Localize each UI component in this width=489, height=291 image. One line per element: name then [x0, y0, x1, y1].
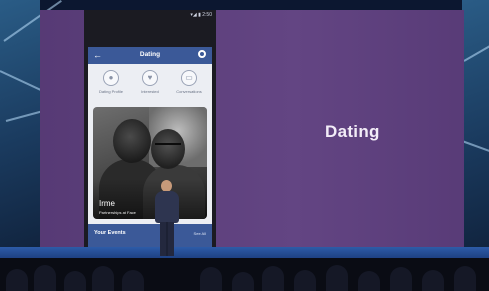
- gear-icon[interactable]: [198, 50, 206, 58]
- tab-dating-profile[interactable]: ● Dating Profile: [91, 70, 131, 102]
- slide-title: Dating: [325, 122, 380, 141]
- left-led-panel: [0, 0, 74, 258]
- see-all-link[interactable]: See All: [194, 231, 206, 236]
- profile-name: Irme: [99, 199, 115, 208]
- keynote-stage: Dating ▾◢ ▮ 2:50 ← Dating ● Dating Profi…: [0, 0, 489, 291]
- app-title: Dating: [139, 51, 161, 58]
- audience: [0, 258, 489, 291]
- right-led-panel: [461, 0, 489, 258]
- events-bar[interactable]: Your Events See All: [88, 224, 212, 248]
- person-icon: ●: [103, 70, 119, 86]
- events-label: Your Events: [94, 230, 126, 236]
- app-content: ● Dating Profile ♥ Interested ▭ Conversa…: [88, 64, 212, 248]
- heart-icon: ♥: [142, 70, 158, 86]
- status-bar: ▾◢ ▮ 2:50: [190, 12, 212, 18]
- chat-icon: ▭: [181, 70, 197, 86]
- tab-conversations[interactable]: ▭ Conversations: [169, 70, 209, 102]
- speaker: [152, 180, 182, 260]
- phone-mockup: ▾◢ ▮ 2:50 ← Dating ● Dating Profile ♥ In…: [84, 10, 216, 248]
- dating-tabs: ● Dating Profile ♥ Interested ▭ Conversa…: [88, 70, 212, 102]
- profile-card[interactable]: Irme Partnerships at Face: [93, 107, 207, 219]
- tab-interested[interactable]: ♥ Interested: [130, 70, 170, 102]
- profile-detail: Partnerships at Face: [99, 210, 136, 215]
- app-header: ← Dating: [88, 47, 212, 64]
